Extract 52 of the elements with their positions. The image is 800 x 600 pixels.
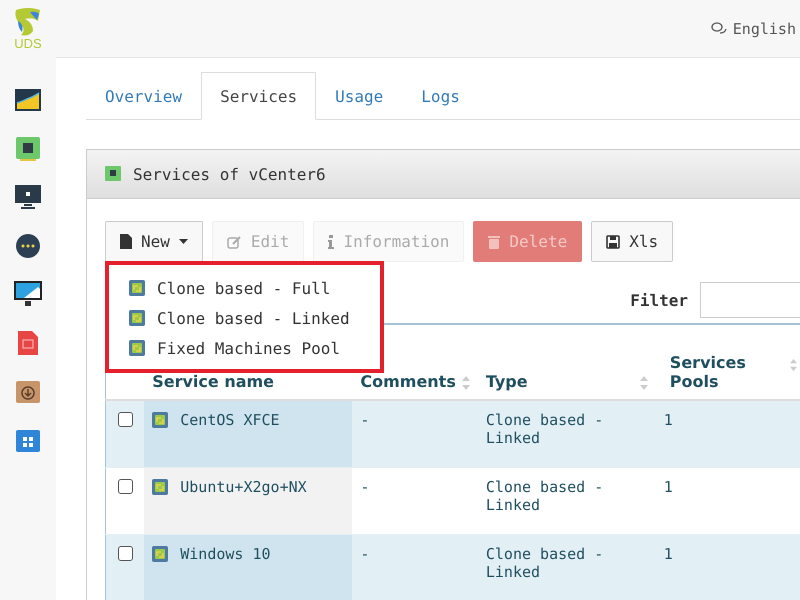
sort-icon [790, 357, 797, 373]
info-icon [328, 234, 334, 248]
circuit-board-icon [105, 166, 121, 182]
row-checkbox[interactable] [118, 412, 133, 427]
row-checkbox[interactable] [118, 546, 133, 561]
comments-cell: - [360, 545, 370, 563]
tab[interactable]: Logs [402, 72, 479, 120]
service-name: Windows 10 [180, 545, 271, 563]
caret-icon [178, 239, 188, 244]
new-button[interactable]: New [105, 221, 203, 262]
edit-icon [226, 234, 242, 248]
menu-item[interactable]: Clone based - Full [129, 273, 350, 303]
xls-button[interactable]: Xls [591, 221, 674, 262]
logo-icon [13, 7, 43, 37]
menu-item[interactable]: Fixed Machines Pool [129, 333, 350, 363]
tab[interactable]: Services [201, 72, 316, 120]
sort-icon [640, 375, 648, 391]
service-name: CentOS XFCE [180, 411, 280, 429]
type-cell: Clone based - Linked [486, 478, 604, 514]
file-icon [120, 234, 132, 249]
type-cell: Clone based - Linked [486, 545, 604, 581]
language-menu[interactable]: English [710, 20, 796, 38]
save-icon [606, 234, 620, 248]
tab[interactable]: Usage [316, 72, 402, 120]
circuit-board-icon[interactable] [15, 136, 41, 162]
menu-item[interactable]: Clone based - Linked [129, 303, 350, 333]
sort-icon [462, 375, 470, 391]
more-icon[interactable] [16, 234, 40, 258]
column-header[interactable]: Service name [152, 372, 274, 391]
app-grid-icon[interactable] [16, 428, 40, 452]
tab[interactable]: Overview [86, 72, 202, 120]
filter-field[interactable] [700, 282, 800, 318]
chat-icon [710, 22, 727, 35]
pools-count: 1 [664, 545, 673, 563]
column-header[interactable]: Type [486, 372, 528, 391]
column-header[interactable]: Services Pools [670, 353, 784, 391]
package-icon[interactable] [16, 379, 40, 404]
service-name: Ubuntu+X2go+NX [180, 478, 307, 496]
comments-cell: - [360, 411, 370, 429]
pools-count: 1 [664, 411, 673, 429]
pools-count: 1 [664, 478, 673, 496]
comments-cell: - [360, 478, 370, 496]
calendar-icon[interactable] [18, 330, 38, 355]
chart-icon[interactable] [15, 89, 41, 112]
type-cell: Clone based - Linked [486, 411, 604, 447]
desktop-icon[interactable] [14, 281, 42, 308]
panel-title: Services of vCenter6 [133, 164, 326, 184]
logo-text: UDS [14, 37, 42, 50]
filter-label: Filter [630, 290, 688, 310]
row-checkbox[interactable] [118, 479, 133, 494]
column-header[interactable]: Comments [360, 372, 456, 391]
trash-icon [488, 234, 500, 248]
